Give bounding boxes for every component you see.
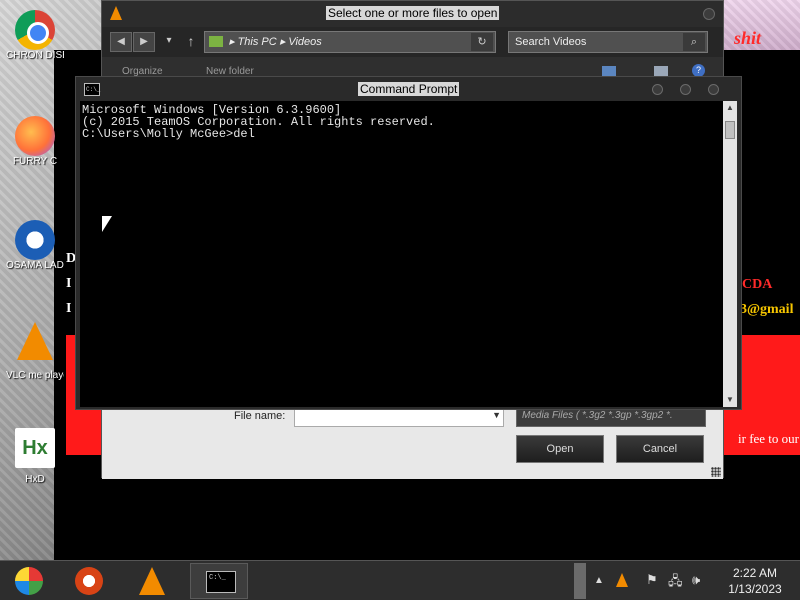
hxd-icon: Hx (15, 428, 55, 468)
network-icon[interactable]: 🖧 (668, 572, 683, 594)
close-button[interactable] (703, 8, 715, 20)
resize-grip[interactable] (711, 467, 721, 477)
mouse-cursor (102, 216, 112, 232)
desktop-icon-vlc[interactable]: VLC me playe (6, 322, 64, 382)
refresh-icon[interactable]: ↻ (471, 33, 493, 51)
dialog-bottom-panel: File name: ▼ Media Files ( *.3g2 *.3gp *… (102, 399, 723, 479)
taskbar: C:\_ ▲ ⚑ 🖧 🕪 2:22 AM 1/13/2023 (0, 560, 800, 600)
breadcrumb-this-pc[interactable]: This PC (238, 36, 277, 48)
start-button[interactable] (0, 563, 58, 599)
desktop-icon-label: HxD (25, 474, 45, 485)
close-button[interactable] (708, 84, 719, 95)
scroll-down-icon[interactable]: ▼ (723, 393, 737, 407)
desktop-icon-firefox[interactable]: FURRY C (6, 116, 64, 168)
up-button[interactable]: ↑ (180, 32, 202, 52)
search-icon[interactable]: ⌕ (683, 33, 705, 51)
console-line-prompt[interactable]: C:\Users\Molly McGee>del (82, 128, 723, 140)
start-orb-icon (15, 567, 43, 595)
recent-dropdown-icon[interactable]: ▾ (158, 32, 180, 52)
scroll-up-icon[interactable]: ▲ (723, 101, 737, 115)
dialog-nav-bar: ◀ ▶ ▾ ↑ ▸ This PC ▸ Videos ↻ Search Vide… (102, 27, 723, 57)
vlc-icon (139, 567, 165, 595)
dialog-title: Select one or more files to open (326, 6, 500, 20)
desktop-icon-osama[interactable]: OSAMA LADEN (6, 220, 64, 272)
system-clock[interactable]: 2:22 AM 1/13/2023 (712, 565, 798, 597)
taskbar-app-command-prompt[interactable]: C:\_ (190, 563, 248, 599)
background-text-i: I (66, 301, 72, 316)
minimize-button[interactable] (652, 84, 663, 95)
vlc-icon (110, 6, 122, 20)
taskbar-app-picasa[interactable] (60, 563, 118, 599)
desktop-icon-hxd[interactable]: Hx HxD (6, 428, 64, 486)
cmd-title: Command Prompt (358, 82, 460, 96)
chrome-icon (15, 10, 55, 50)
vertical-scrollbar[interactable]: ▲ ▼ (723, 101, 737, 407)
dialog-titlebar[interactable]: Select one or more files to open (102, 1, 723, 27)
clock-time: 2:22 AM (732, 566, 778, 580)
open-button[interactable]: Open (516, 435, 604, 463)
background-text-i: I (66, 276, 72, 291)
desktop-icon-label: CHRON DISEA (6, 50, 64, 61)
command-prompt-icon: C:\_ (206, 571, 236, 593)
picasa-icon (75, 567, 103, 595)
desktop-icon-label: FURRY C (12, 156, 58, 167)
obama-logo-icon (15, 220, 55, 260)
background-text-shit: shit (734, 28, 762, 48)
cmd-titlebar[interactable]: C:\_ Command Prompt (76, 77, 741, 101)
search-input[interactable]: Search Videos ⌕ (508, 31, 708, 53)
desktop-icon-label: VLC me playe (6, 370, 64, 381)
vlc-tray-icon[interactable] (616, 573, 628, 587)
address-bar[interactable]: ▸ This PC ▸ Videos ↻ (204, 31, 496, 53)
desktop-icon-label: OSAMA LADEN (6, 260, 64, 271)
command-prompt-icon: C:\_ (84, 83, 100, 96)
forward-button[interactable]: ▶ (133, 32, 155, 52)
search-placeholder: Search Videos (515, 36, 587, 48)
chevron-down-icon[interactable]: ▼ (492, 410, 501, 420)
clock-date: 1/13/2023 (728, 582, 782, 596)
taskbar-scroll-handle[interactable] (574, 563, 586, 599)
desktop-icon-chrome[interactable]: CHRON DISEA (6, 10, 64, 62)
console-output[interactable]: Microsoft Windows [Version 6.3.9600] (c)… (80, 101, 723, 407)
preview-pane-icon[interactable] (654, 66, 668, 76)
background-text-cda: CDA (742, 277, 773, 292)
scrollbar-thumb[interactable] (725, 121, 735, 139)
vlc-icon (17, 322, 53, 360)
folder-icon (209, 36, 223, 47)
background-text-fee: ir fee to our (738, 431, 800, 446)
volume-icon[interactable]: 🕪 (692, 572, 700, 588)
view-icon[interactable] (602, 66, 616, 76)
firefox-icon (15, 116, 55, 156)
taskbar-app-vlc[interactable] (124, 563, 182, 599)
command-prompt-window[interactable]: C:\_ Command Prompt Microsoft Windows [V… (75, 76, 742, 410)
back-button[interactable]: ◀ (110, 32, 132, 52)
file-name-label: File name: (234, 410, 286, 422)
cancel-button[interactable]: Cancel (616, 435, 704, 463)
flag-icon[interactable]: ⚑ (646, 572, 658, 588)
breadcrumb-videos[interactable]: Videos (288, 36, 321, 48)
maximize-button[interactable] (680, 84, 691, 95)
show-hidden-icons-icon[interactable]: ▲ (594, 575, 604, 586)
background-text-gmail: 3@gmail (740, 302, 794, 317)
